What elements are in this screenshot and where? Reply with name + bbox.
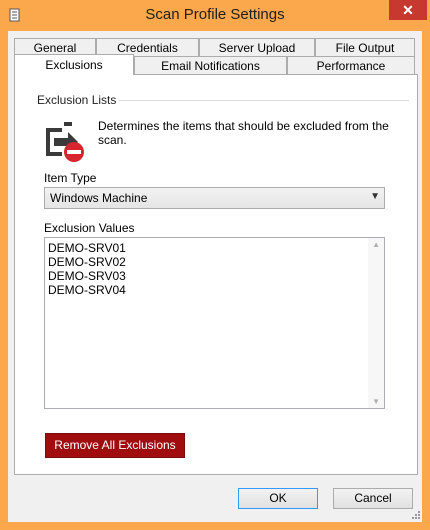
scroll-down-icon[interactable]: ▼ xyxy=(372,397,380,406)
tab-server-upload[interactable]: Server Upload xyxy=(199,38,315,56)
exclusion-values-textbox[interactable]: DEMO-SRV01 DEMO-SRV02 DEMO-SRV03 DEMO-SR… xyxy=(44,237,385,409)
tab-email-notifications[interactable]: Email Notifications xyxy=(134,56,287,74)
exclusion-value-item: DEMO-SRV02 xyxy=(48,255,126,269)
chevron-down-icon: ▼ xyxy=(370,191,380,202)
exclude-icon xyxy=(46,122,84,162)
exclusion-value-item: DEMO-SRV01 xyxy=(48,241,126,255)
section-divider xyxy=(119,100,409,101)
exclusions-panel: Exclusion Lists Determines the items tha… xyxy=(14,74,418,475)
tab-performance[interactable]: Performance xyxy=(287,56,415,74)
exclusion-lists-heading: Exclusion Lists xyxy=(37,93,117,107)
exclusion-values-label: Exclusion Values xyxy=(44,221,135,235)
scroll-up-icon[interactable]: ▲ xyxy=(372,240,380,249)
remove-all-exclusions-button[interactable]: Remove All Exclusions xyxy=(45,433,185,458)
tab-file-output[interactable]: File Output xyxy=(315,38,415,56)
dialog-client-area: General Credentials Server Upload File O… xyxy=(8,31,422,522)
tab-exclusions[interactable]: Exclusions xyxy=(14,54,134,75)
window-title: Scan Profile Settings xyxy=(145,6,285,23)
exclusions-description: Determines the items that should be excl… xyxy=(98,119,389,147)
title-bar[interactable]: Scan Profile Settings ✕ xyxy=(0,0,430,31)
exclusion-value-item: DEMO-SRV03 xyxy=(48,269,126,283)
vertical-scrollbar[interactable]: ▲ ▼ xyxy=(368,238,384,408)
exclusion-value-item: DEMO-SRV04 xyxy=(48,283,126,297)
item-type-value: Windows Machine xyxy=(50,191,148,205)
item-type-label: Item Type xyxy=(44,171,97,185)
close-button[interactable]: ✕ xyxy=(389,0,427,20)
resize-grip-icon[interactable] xyxy=(412,511,420,519)
cancel-button[interactable]: Cancel xyxy=(333,488,413,509)
ok-button[interactable]: OK xyxy=(238,488,318,509)
item-type-dropdown[interactable]: Windows Machine ▼ xyxy=(44,187,385,209)
dialog-window: Scan Profile Settings ✕ General Credenti… xyxy=(0,0,430,530)
